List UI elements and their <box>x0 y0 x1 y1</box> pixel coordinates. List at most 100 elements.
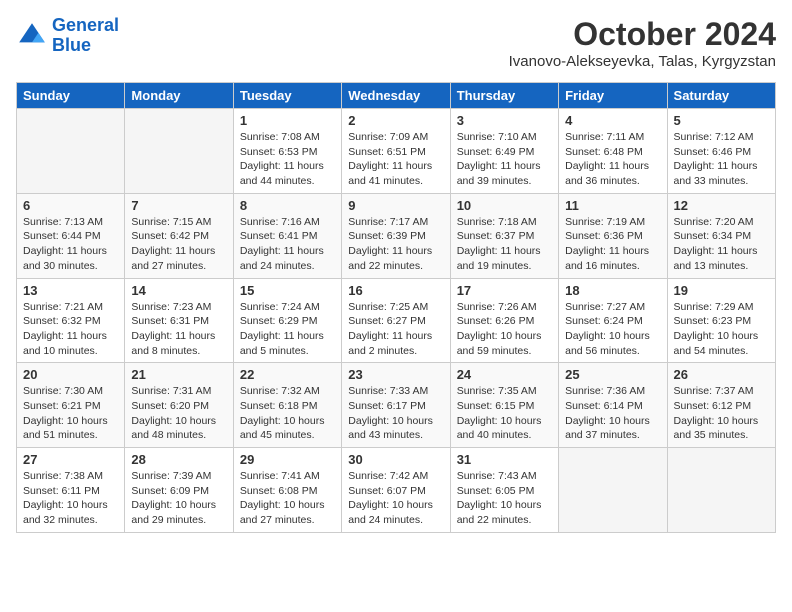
calendar-day-cell: 5Sunrise: 7:12 AMSunset: 6:46 PMDaylight… <box>667 109 775 194</box>
day-info: Sunrise: 7:11 AMSunset: 6:48 PMDaylight:… <box>565 130 660 189</box>
day-number: 15 <box>240 283 335 298</box>
calendar-body: 1Sunrise: 7:08 AMSunset: 6:53 PMDaylight… <box>17 109 776 533</box>
calendar-week-row: 13 Sunrise: 7:21 AMSunset: 6:32 PMDayligh… <box>17 278 776 363</box>
day-info: Sunrise: 7:23 AMSunset: 6:31 PMDaylight:… <box>131 300 226 359</box>
calendar-day-cell: 9 Sunrise: 7:17 AMSunset: 6:39 PMDaylight… <box>342 193 450 278</box>
calendar-day-cell: 30Sunrise: 7:42 AMSunset: 6:07 PMDayligh… <box>342 448 450 533</box>
day-number: 17 <box>457 283 552 298</box>
calendar-day-cell: 25 Sunrise: 7:36 AMSunset: 6:14 PMDayligh… <box>559 363 667 448</box>
logo-line2: Blue <box>52 35 91 55</box>
day-number: 26 <box>674 367 769 382</box>
day-info: Sunrise: 7:15 AMSunset: 6:42 PMDaylight:… <box>131 215 226 274</box>
day-info: Sunrise: 7:10 AMSunset: 6:49 PMDaylight:… <box>457 130 552 189</box>
day-number: 8 <box>240 198 335 213</box>
day-number: 29 <box>240 452 335 467</box>
day-info: Sunrise: 7:26 AMSunset: 6:26 PMDaylight:… <box>457 300 552 359</box>
day-number: 1 <box>240 113 335 128</box>
day-number: 24 <box>457 367 552 382</box>
month-title: October 2024 <box>509 16 776 53</box>
day-info: Sunrise: 7:36 AMSunset: 6:14 PMDaylight:… <box>565 384 660 443</box>
calendar-day-cell: 19 Sunrise: 7:29 AMSunset: 6:23 PMDayligh… <box>667 278 775 363</box>
day-info: Sunrise: 7:12 AMSunset: 6:46 PMDaylight:… <box>674 130 769 189</box>
day-info: Sunrise: 7:38 AMSunset: 6:11 PMDaylight:… <box>23 469 118 528</box>
logo-line1: General <box>52 15 119 35</box>
day-number: 7 <box>131 198 226 213</box>
calendar-day-cell <box>667 448 775 533</box>
calendar-day-cell: 7 Sunrise: 7:15 AMSunset: 6:42 PMDaylight… <box>125 193 233 278</box>
calendar-week-row: 27 Sunrise: 7:38 AMSunset: 6:11 PMDayligh… <box>17 448 776 533</box>
calendar-day-cell: 3Sunrise: 7:10 AMSunset: 6:49 PMDaylight… <box>450 109 558 194</box>
day-number: 9 <box>348 198 443 213</box>
calendar-day-cell: 4 Sunrise: 7:11 AMSunset: 6:48 PMDaylight… <box>559 109 667 194</box>
day-info: Sunrise: 7:16 AMSunset: 6:41 PMDaylight:… <box>240 215 335 274</box>
day-info: Sunrise: 7:27 AMSunset: 6:24 PMDaylight:… <box>565 300 660 359</box>
calendar-day-header: Sunday <box>17 83 125 109</box>
calendar-day-cell: 24Sunrise: 7:35 AMSunset: 6:15 PMDayligh… <box>450 363 558 448</box>
calendar-week-row: 1Sunrise: 7:08 AMSunset: 6:53 PMDaylight… <box>17 109 776 194</box>
day-number: 22 <box>240 367 335 382</box>
day-info: Sunrise: 7:17 AMSunset: 6:39 PMDaylight:… <box>348 215 443 274</box>
day-info: Sunrise: 7:25 AMSunset: 6:27 PMDaylight:… <box>348 300 443 359</box>
day-info: Sunrise: 7:24 AMSunset: 6:29 PMDaylight:… <box>240 300 335 359</box>
calendar-day-cell: 21 Sunrise: 7:31 AMSunset: 6:20 PMDayligh… <box>125 363 233 448</box>
calendar-day-header: Monday <box>125 83 233 109</box>
day-info: Sunrise: 7:31 AMSunset: 6:20 PMDaylight:… <box>131 384 226 443</box>
day-number: 18 <box>565 283 660 298</box>
day-number: 25 <box>565 367 660 382</box>
day-info: Sunrise: 7:29 AMSunset: 6:23 PMDaylight:… <box>674 300 769 359</box>
calendar-day-cell: 14 Sunrise: 7:23 AMSunset: 6:31 PMDayligh… <box>125 278 233 363</box>
day-number: 13 <box>23 283 118 298</box>
day-number: 4 <box>565 113 660 128</box>
calendar-day-cell: 10 Sunrise: 7:18 AMSunset: 6:37 PMDayligh… <box>450 193 558 278</box>
day-info: Sunrise: 7:32 AMSunset: 6:18 PMDaylight:… <box>240 384 335 443</box>
logo-text: General Blue <box>52 16 119 56</box>
title-block: October 2024 Ivanovo-Alekseyevka, Talas,… <box>509 16 776 70</box>
calendar-day-cell: 18 Sunrise: 7:27 AMSunset: 6:24 PMDayligh… <box>559 278 667 363</box>
calendar-day-cell: 22 Sunrise: 7:32 AMSunset: 6:18 PMDayligh… <box>233 363 341 448</box>
day-info: Sunrise: 7:13 AMSunset: 6:44 PMDaylight:… <box>23 215 118 274</box>
day-number: 14 <box>131 283 226 298</box>
day-info: Sunrise: 7:21 AMSunset: 6:32 PMDaylight:… <box>23 300 118 359</box>
calendar-day-cell: 1Sunrise: 7:08 AMSunset: 6:53 PMDaylight… <box>233 109 341 194</box>
day-number: 2 <box>348 113 443 128</box>
location-subtitle: Ivanovo-Alekseyevka, Talas, Kyrgyzstan <box>509 53 776 70</box>
calendar-day-header: Wednesday <box>342 83 450 109</box>
day-number: 21 <box>131 367 226 382</box>
day-number: 6 <box>23 198 118 213</box>
day-info: Sunrise: 7:18 AMSunset: 6:37 PMDaylight:… <box>457 215 552 274</box>
day-number: 27 <box>23 452 118 467</box>
calendar-day-header: Thursday <box>450 83 558 109</box>
calendar-day-cell: 13 Sunrise: 7:21 AMSunset: 6:32 PMDayligh… <box>17 278 125 363</box>
calendar-day-cell <box>559 448 667 533</box>
day-info: Sunrise: 7:41 AMSunset: 6:08 PMDaylight:… <box>240 469 335 528</box>
calendar-day-cell <box>17 109 125 194</box>
day-number: 11 <box>565 198 660 213</box>
calendar-day-header: Saturday <box>667 83 775 109</box>
day-info: Sunrise: 7:19 AMSunset: 6:36 PMDaylight:… <box>565 215 660 274</box>
day-info: Sunrise: 7:33 AMSunset: 6:17 PMDaylight:… <box>348 384 443 443</box>
day-number: 23 <box>348 367 443 382</box>
day-info: Sunrise: 7:43 AMSunset: 6:05 PMDaylight:… <box>457 469 552 528</box>
calendar-day-cell: 26 Sunrise: 7:37 AMSunset: 6:12 PMDayligh… <box>667 363 775 448</box>
calendar-day-cell: 20Sunrise: 7:30 AMSunset: 6:21 PMDayligh… <box>17 363 125 448</box>
day-number: 16 <box>348 283 443 298</box>
calendar-day-cell: 2 Sunrise: 7:09 AMSunset: 6:51 PMDaylight… <box>342 109 450 194</box>
calendar-day-cell: 28 Sunrise: 7:39 AMSunset: 6:09 PMDayligh… <box>125 448 233 533</box>
calendar-day-cell: 11 Sunrise: 7:19 AMSunset: 6:36 PMDayligh… <box>559 193 667 278</box>
day-info: Sunrise: 7:09 AMSunset: 6:51 PMDaylight:… <box>348 130 443 189</box>
calendar-week-row: 6 Sunrise: 7:13 AMSunset: 6:44 PMDaylight… <box>17 193 776 278</box>
calendar-day-cell: 23 Sunrise: 7:33 AMSunset: 6:17 PMDayligh… <box>342 363 450 448</box>
day-number: 10 <box>457 198 552 213</box>
day-info: Sunrise: 7:37 AMSunset: 6:12 PMDaylight:… <box>674 384 769 443</box>
day-info: Sunrise: 7:20 AMSunset: 6:34 PMDaylight:… <box>674 215 769 274</box>
day-number: 28 <box>131 452 226 467</box>
calendar-week-row: 20Sunrise: 7:30 AMSunset: 6:21 PMDayligh… <box>17 363 776 448</box>
calendar-day-cell: 15 Sunrise: 7:24 AMSunset: 6:29 PMDayligh… <box>233 278 341 363</box>
calendar-header-row: SundayMondayTuesdayWednesdayThursdayFrid… <box>17 83 776 109</box>
day-info: Sunrise: 7:39 AMSunset: 6:09 PMDaylight:… <box>131 469 226 528</box>
day-number: 19 <box>674 283 769 298</box>
calendar-day-header: Tuesday <box>233 83 341 109</box>
page-header: General Blue October 2024 Ivanovo-Alekse… <box>16 16 776 70</box>
day-number: 20 <box>23 367 118 382</box>
calendar-day-cell: 12Sunrise: 7:20 AMSunset: 6:34 PMDayligh… <box>667 193 775 278</box>
